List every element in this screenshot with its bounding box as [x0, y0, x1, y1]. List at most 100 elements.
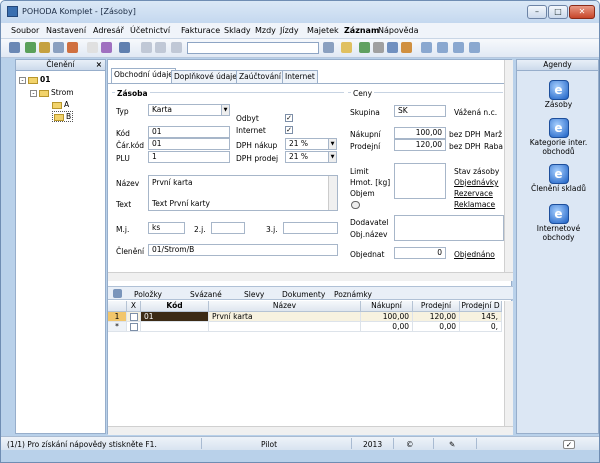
tab-dokumenty[interactable]: Dokumenty	[282, 290, 325, 299]
quick-search-input[interactable]	[187, 42, 319, 54]
tab-obchodni-udaje[interactable]: Obchodní údaje	[111, 68, 176, 83]
col-kod-header[interactable]: Kód	[141, 301, 209, 312]
tab-polozky[interactable]: Položky	[134, 290, 162, 299]
edit-icon[interactable]	[67, 42, 78, 53]
prodejni-input[interactable]: 120,00	[394, 139, 446, 151]
row-checkbox[interactable]	[130, 313, 138, 321]
minimize-button[interactable]: –	[527, 5, 547, 19]
menu-adresar[interactable]: Adresář	[93, 26, 124, 35]
settings-icon[interactable]	[469, 42, 480, 53]
menu-jizdy[interactable]: Jízdy	[280, 26, 299, 35]
tree-node-a[interactable]: A	[52, 100, 69, 109]
collapse-icon[interactable]: -	[30, 89, 37, 97]
new-icon[interactable]	[87, 42, 98, 53]
table-cell-prodejni[interactable]: 120,00	[413, 312, 460, 322]
reklamace-link[interactable]: Reklamace	[454, 200, 495, 209]
chevron-down-icon[interactable]: ▼	[328, 152, 336, 162]
menu-ucetnictvi[interactable]: Účetnictví	[130, 26, 170, 35]
left-panel-close-icon[interactable]: ×	[96, 60, 102, 70]
new-row-number[interactable]: *	[108, 322, 127, 332]
maximize-button[interactable]: □	[548, 5, 568, 19]
cancel-icon[interactable]	[171, 42, 182, 53]
col-prodejni-header[interactable]: Prodejní	[413, 301, 460, 312]
plu-input[interactable]: 1	[148, 151, 230, 163]
table-cell-kod[interactable]: 01	[141, 312, 209, 322]
close-button[interactable]: ✕	[569, 5, 595, 19]
menu-zaznam[interactable]: Záznam	[344, 26, 379, 35]
cleneni-input[interactable]: 01/Strom/B	[148, 244, 338, 256]
form-vertical-scrollbar[interactable]	[504, 60, 513, 272]
save-all-icon[interactable]	[155, 42, 166, 53]
link-icon[interactable]	[351, 201, 360, 209]
carkod-input[interactable]: 01	[148, 138, 230, 150]
row-checkbox[interactable]	[130, 323, 138, 331]
agenda-cleneni-skladu[interactable]: e Členění skladů	[517, 164, 599, 193]
menu-sklady[interactable]: Sklady	[224, 26, 251, 35]
limit-hmot-objem-input[interactable]	[394, 163, 446, 199]
tab-internet[interactable]: Internet	[282, 70, 318, 83]
text-scrollbar[interactable]	[328, 176, 337, 210]
form-horizontal-scrollbar[interactable]	[108, 272, 513, 281]
agenda-kategorie[interactable]: e Kategorie inter. obchodů	[517, 118, 599, 156]
chevron-down-icon[interactable]: ▼	[328, 139, 336, 149]
save-icon[interactable]	[141, 42, 152, 53]
objednavky-link[interactable]: Objednávky	[454, 178, 498, 187]
chevron-down-icon[interactable]: ▼	[221, 105, 229, 115]
window3-icon[interactable]	[453, 42, 464, 53]
back-icon[interactable]	[9, 42, 20, 53]
new-cell-prodejni[interactable]: 0,00	[413, 322, 460, 332]
col-nakupni-header[interactable]: Nákupní	[361, 301, 413, 312]
skupina-input[interactable]: SK	[394, 105, 446, 117]
table-cell-nakupni[interactable]: 100,00	[361, 312, 413, 322]
col-x-header[interactable]: X	[127, 301, 141, 312]
menu-majetek[interactable]: Majetek	[307, 26, 339, 35]
window1-icon[interactable]	[421, 42, 432, 53]
dph-prodej-select[interactable]: 21 % ▼	[285, 151, 337, 163]
collapse-icon[interactable]: -	[19, 76, 26, 84]
kod-input[interactable]: 01	[148, 126, 230, 138]
add-icon[interactable]	[119, 42, 130, 53]
menu-soubor[interactable]: Soubor	[11, 26, 39, 35]
new-cell-kod[interactable]	[141, 322, 209, 332]
mj3-input[interactable]	[283, 222, 338, 234]
tools-icon[interactable]	[359, 42, 370, 53]
users-icon[interactable]	[401, 42, 412, 53]
tree-node-b[interactable]: B	[52, 111, 74, 122]
agenda-internetove-obchody[interactable]: e Internetové obchody	[517, 204, 599, 242]
menu-mzdy[interactable]: Mzdy	[255, 26, 276, 35]
check-status-icon[interactable]: ✓	[563, 440, 575, 449]
menu-fakturace[interactable]: Fakturace	[181, 26, 220, 35]
tree-node-strom[interactable]: - Strom	[30, 88, 74, 97]
mj2-input[interactable]	[211, 222, 245, 234]
new-cell-prodejni-d[interactable]: 0,	[460, 322, 502, 332]
col-nazev-header[interactable]: Název	[209, 301, 361, 312]
pin-icon[interactable]	[113, 289, 122, 298]
doc-icon[interactable]	[387, 42, 398, 53]
tab-zauctovani[interactable]: Zaúčtování	[236, 70, 285, 83]
nazev-input[interactable]: První karta Text První karty	[148, 175, 338, 211]
col-prodejni-d-header[interactable]: Prodejní D	[460, 301, 502, 312]
filter-icon[interactable]	[323, 42, 334, 53]
table-cell-prodejni-d[interactable]: 145,	[460, 312, 502, 322]
dph-nakup-select[interactable]: 21 % ▼	[285, 138, 337, 150]
calc-icon[interactable]	[373, 42, 384, 53]
print-icon[interactable]	[25, 42, 36, 53]
mj-input[interactable]: ks	[148, 222, 185, 234]
copy-icon[interactable]	[53, 42, 64, 53]
folder-icon[interactable]	[341, 42, 352, 53]
window2-icon[interactable]	[437, 42, 448, 53]
new-row-checkbox[interactable]	[127, 322, 141, 332]
export-icon[interactable]	[39, 42, 50, 53]
row-number[interactable]: 1	[108, 312, 127, 322]
pen-icon[interactable]	[101, 42, 112, 53]
objednat-input[interactable]: 0	[394, 247, 446, 259]
dodavatel-input[interactable]	[394, 215, 504, 241]
typ-select[interactable]: Karta ▼	[148, 104, 230, 116]
tab-doplnkove-udaje[interactable]: Doplňkové údaje	[171, 70, 240, 83]
menu-nastaveni[interactable]: Nastavení	[46, 26, 86, 35]
table-row-checkbox[interactable]	[127, 312, 141, 322]
table-cell-nazev[interactable]: První karta	[209, 312, 361, 322]
new-cell-nazev[interactable]	[209, 322, 361, 332]
internet-checkbox[interactable]: ✓	[285, 126, 293, 134]
new-cell-nakupni[interactable]: 0,00	[361, 322, 413, 332]
